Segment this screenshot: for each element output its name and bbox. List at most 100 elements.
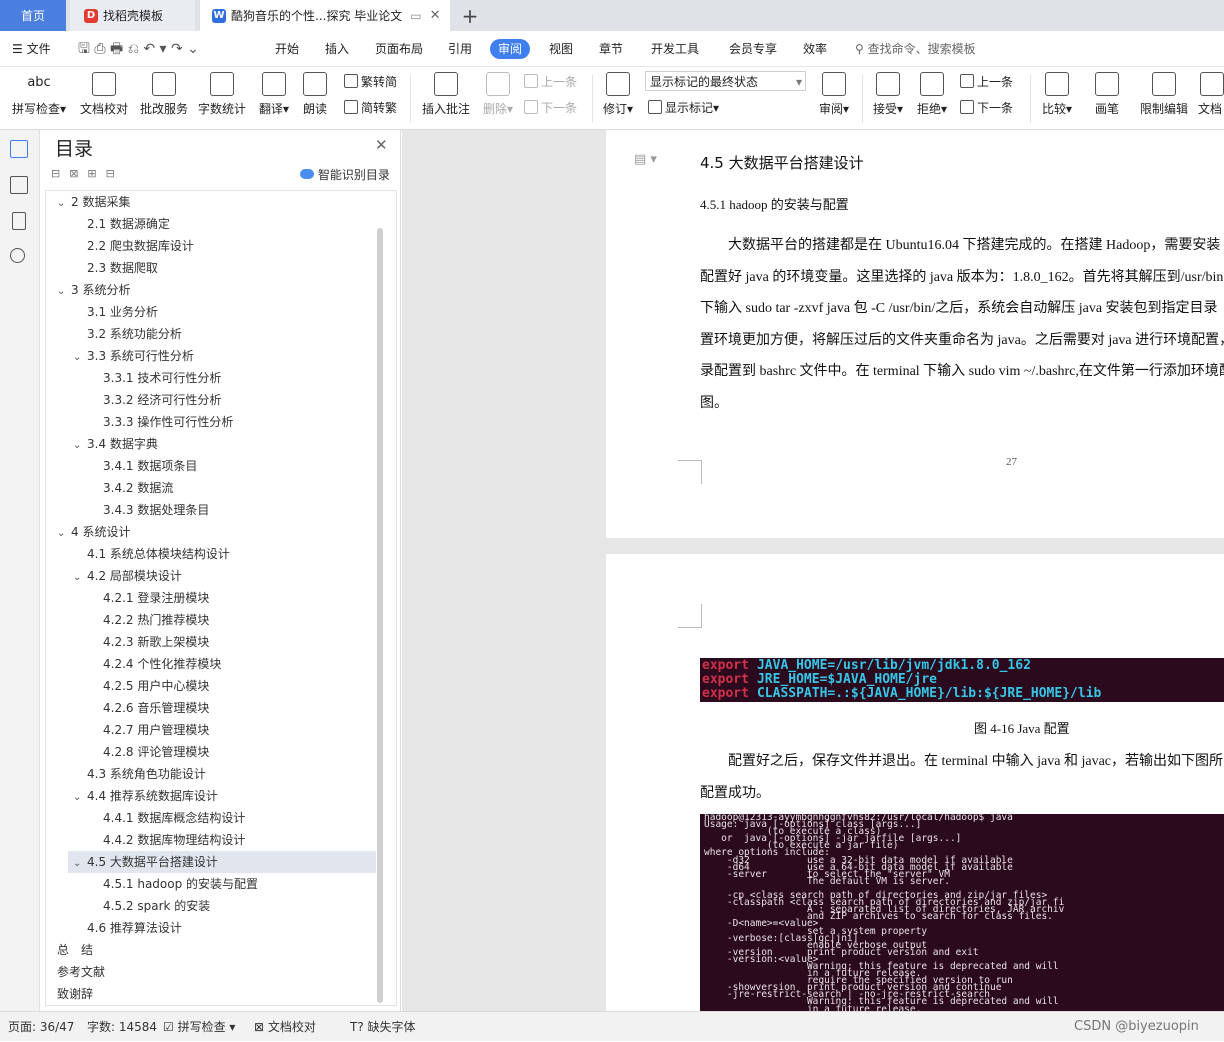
toc-item[interactable]: 3.3.1 技术可行性分析	[103, 367, 221, 389]
translate-button[interactable]: 翻译▾	[254, 70, 294, 128]
chevron-down-icon[interactable]: ⌄	[73, 787, 87, 809]
toc-item[interactable]: 3.1 业务分析	[87, 301, 158, 323]
menu-tab-4[interactable]: 审阅	[490, 39, 531, 59]
bookmark-icon[interactable]	[12, 212, 26, 230]
proofread-button[interactable]: 文档校对	[78, 70, 130, 128]
close-icon[interactable]: ✕	[375, 136, 388, 154]
toc-item[interactable]: 3.4.2 数据流	[103, 477, 173, 499]
toc-expand-controls[interactable]: ⊟⊠⊞⊟	[51, 167, 124, 180]
toc-item[interactable]: 4.5.1 hadoop 的安装与配置	[103, 873, 258, 895]
markup-state-select[interactable]: 显示标记的最终状态 ▾	[645, 71, 806, 91]
toc-item[interactable]: 参考文献	[57, 961, 105, 983]
toc-item[interactable]: 4.3 系统角色功能设计	[87, 763, 206, 785]
toc-item[interactable]: 4.2.1 登录注册模块	[103, 587, 209, 609]
reject-button[interactable]: 拒绝▾	[914, 70, 950, 128]
toc-item[interactable]: 4.2.6 音乐管理模块	[103, 697, 209, 719]
proofread-status[interactable]: ⊠ 文档校对	[254, 1012, 316, 1042]
toc-item[interactable]: 2.3 数据爬取	[87, 257, 158, 279]
close-tab-icon[interactable]: ✕	[430, 8, 441, 23]
toc-item[interactable]: 4.2.2 热门推荐模块	[103, 609, 209, 631]
toc-item[interactable]: 3.4.3 数据处理条目	[103, 499, 209, 521]
new-tab-button[interactable]: +	[460, 0, 480, 31]
toc-item[interactable]: 2.2 爬虫数据库设计	[87, 235, 194, 257]
menu-tab-6[interactable]: 章节	[599, 31, 623, 67]
read-aloud-button[interactable]: 朗读	[300, 70, 330, 128]
chevron-down-icon[interactable]: ⌄	[57, 523, 71, 545]
toc-item[interactable]: ⌄ 4.5 大数据平台搭建设计	[73, 851, 218, 873]
track-changes-button[interactable]: 修订▾	[600, 70, 636, 128]
chevron-down-icon[interactable]: ⌄	[57, 281, 71, 303]
simp-trad-button[interactable]: 简转繁	[344, 98, 397, 118]
spellcheck-status[interactable]: ☑ 拼写检查 ▾	[163, 1012, 235, 1042]
toc-item[interactable]: 3.3.3 操作性可行性分析	[103, 411, 233, 433]
page-outline-icon[interactable]: ▤ ▾	[634, 152, 657, 167]
menu-tab-5[interactable]: 视图	[549, 31, 573, 67]
file-menu[interactable]: ☰ 文件	[12, 31, 51, 67]
toc-item[interactable]: 4.4.2 数据库物理结构设计	[103, 829, 245, 851]
toc-item[interactable]: 2.1 数据源确定	[87, 213, 170, 235]
menu-tab-8[interactable]: 会员专享	[729, 31, 777, 67]
compare-button[interactable]: 比较▾	[1038, 70, 1076, 128]
toc-item[interactable]: 4.2.4 个性化推荐模块	[103, 653, 221, 675]
menu-tab-3[interactable]: 引用	[448, 31, 472, 67]
tab-home[interactable]: 首页	[0, 0, 66, 31]
prev-comment-button[interactable]: 上一条	[524, 72, 577, 92]
toc-item[interactable]: 3.2 系统功能分析	[87, 323, 182, 345]
batch-service-button[interactable]: 批改服务	[138, 70, 190, 128]
toc-item[interactable]: 4.6 推荐算法设计	[87, 917, 182, 939]
menu-tab-1[interactable]: 插入	[325, 31, 349, 67]
trad-simp-button[interactable]: 繁转简	[344, 72, 397, 92]
insert-comment-button[interactable]: 插入批注	[420, 70, 472, 128]
toc-item[interactable]: ⌄ 3.3 系统可行性分析	[73, 345, 194, 367]
search-command[interactable]: ⚲ 查找命令、搜索模板	[855, 31, 976, 67]
toc-item[interactable]: 4.2.5 用户中心模块	[103, 675, 209, 697]
quick-access-icons[interactable]: 🖫 ⎙ 🖶 ⎌ ↶ ▾ ↷ ⌄	[78, 31, 199, 67]
toc-item[interactable]: ⌄ 4 系统设计	[57, 521, 130, 543]
toc-item[interactable]: 总 结	[57, 939, 93, 961]
word-count[interactable]: 字数: 14584	[87, 1012, 157, 1042]
tab-document[interactable]: W 酷狗音乐的个性...探究 毕业论文 ▭ ✕	[200, 0, 450, 31]
restrict-edit-button[interactable]: 限制编辑	[1138, 70, 1190, 128]
chevron-down-icon[interactable]: ⌄	[73, 567, 87, 589]
toc-item[interactable]: 4.2.7 用户管理模块	[103, 719, 209, 741]
next-comment-button[interactable]: 下一条	[524, 98, 577, 118]
toc-item[interactable]: 4.2.8 评论管理模块	[103, 741, 209, 763]
chevron-down-icon[interactable]: ⌄	[57, 193, 71, 215]
toc-item[interactable]: ⌄ 4.4 推荐系统数据库设计	[73, 785, 218, 807]
menu-tab-7[interactable]: 开发工具	[651, 31, 699, 67]
doc-permission-button[interactable]: 文档	[1198, 70, 1224, 128]
chevron-down-icon[interactable]: ⌄	[73, 347, 87, 369]
ink-button[interactable]: 画笔	[1092, 70, 1122, 128]
menu-tab-2[interactable]: 页面布局	[375, 31, 423, 67]
toc-item[interactable]: ⌄ 3.4 数据字典	[73, 433, 158, 455]
toc-item[interactable]: 3.4.1 数据项条目	[103, 455, 197, 477]
accept-button[interactable]: 接受▾	[870, 70, 906, 128]
search-icon[interactable]	[10, 248, 25, 263]
prev-change-button[interactable]: 上一条	[960, 72, 1013, 92]
toc-item[interactable]: 致谢辞	[57, 983, 93, 1005]
chevron-down-icon[interactable]: ⌄	[73, 435, 87, 457]
toc-item[interactable]: 4.4.1 数据库概念结构设计	[103, 807, 245, 829]
toc-icon[interactable]	[10, 140, 28, 158]
pin-icon[interactable]: ▭	[410, 9, 421, 23]
wordcount-button[interactable]: 字数统计	[196, 70, 248, 128]
tab-template[interactable]: D 找稻壳模板	[70, 0, 195, 31]
chevron-down-icon[interactable]: ⌄	[73, 853, 87, 875]
show-markup-button[interactable]: 显示标记▾	[648, 98, 719, 118]
next-change-button[interactable]: 下一条	[960, 98, 1013, 118]
spellcheck-button[interactable]: abc 拼写检查▾	[10, 70, 68, 128]
missing-font-status[interactable]: T? 缺失字体	[350, 1012, 416, 1042]
review-pane-button[interactable]: 审阅▾	[816, 70, 852, 128]
toc-item[interactable]: 4.1 系统总体模块结构设计	[87, 543, 230, 565]
toc-item[interactable]: 4.5.2 spark 的安装	[103, 895, 210, 917]
toc-item[interactable]: ⌄ 4.2 局部模块设计	[73, 565, 182, 587]
toc-item[interactable]: ⌄ 3 系统分析	[57, 279, 130, 301]
toc-item[interactable]: 3.3.2 经济可行性分析	[103, 389, 221, 411]
delete-comment-button[interactable]: 删除▾	[480, 70, 516, 128]
toc-scrollbar[interactable]	[377, 228, 383, 1003]
menu-tab-9[interactable]: 效率	[803, 31, 827, 67]
toc-item[interactable]: 4.2.3 新歌上架模块	[103, 631, 209, 653]
smart-toc-button[interactable]: 智能识别目录	[300, 166, 390, 183]
chapter-icon[interactable]	[10, 176, 28, 194]
menu-tab-0[interactable]: 开始	[275, 31, 299, 67]
